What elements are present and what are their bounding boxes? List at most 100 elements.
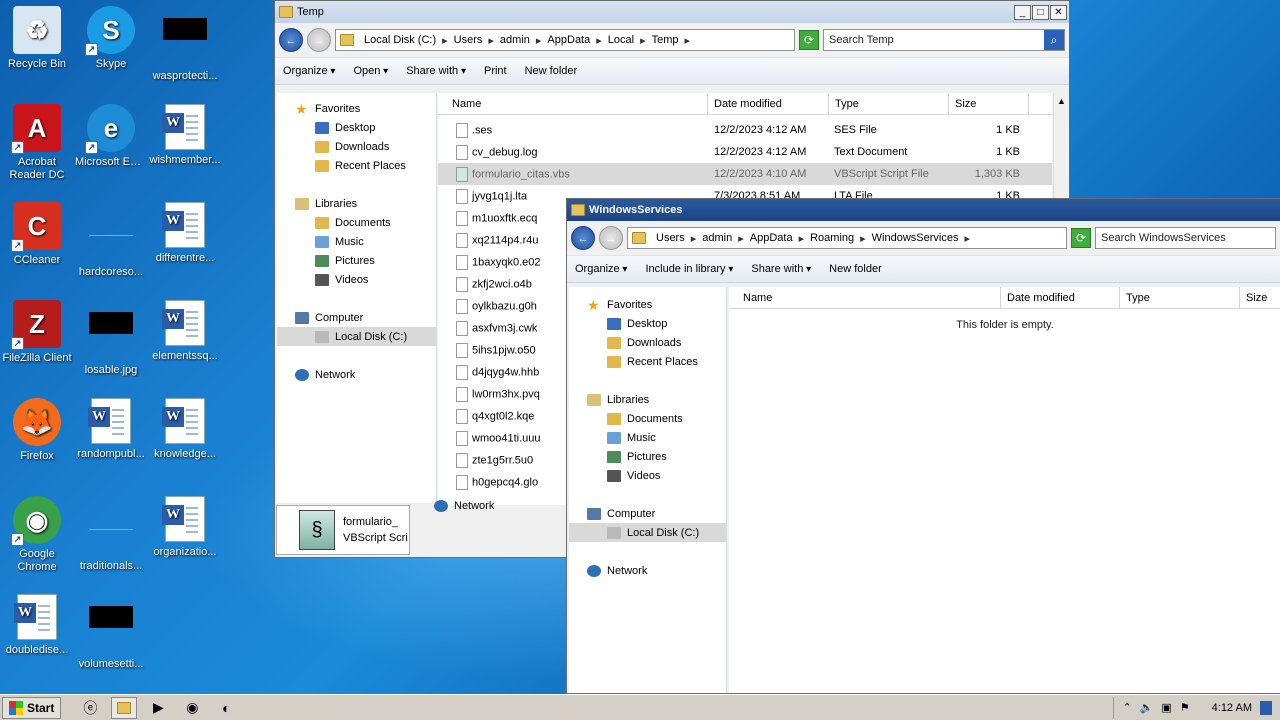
- breadcrumb-item[interactable]: AppData: [547, 34, 590, 46]
- breadcrumb-item[interactable]: AppData: [750, 232, 793, 244]
- command-print[interactable]: Print: [484, 65, 507, 77]
- breadcrumb-item[interactable]: Roaming: [810, 232, 854, 244]
- table-row[interactable]: .ses 12/2/2023 4:12 AM SES File 1 KB: [438, 119, 1052, 141]
- desktop-icon[interactable]: e ↗ Microsoft Edge: [74, 104, 148, 169]
- command-include-in-library[interactable]: Include in library: [645, 263, 733, 275]
- back-button[interactable]: ←: [279, 28, 303, 52]
- desktop-icon[interactable]: Z ↗ FileZilla Client: [0, 300, 74, 365]
- desktop-icon[interactable]: Welementssq...: [148, 300, 222, 363]
- desktop-icon[interactable]: Wrandompubl...: [74, 398, 148, 461]
- desktop-icon[interactable]: C ↗ CCleaner: [0, 202, 74, 267]
- desktop-icon[interactable]: traditionals...: [74, 496, 148, 573]
- column-date[interactable]: Date modified: [1001, 287, 1120, 308]
- search-input[interactable]: Search WindowsServices: [1095, 227, 1276, 249]
- clock[interactable]: 4:12 AM: [1212, 702, 1252, 714]
- table-row[interactable]: cv_debug.log 12/2/2023 4:12 AM Text Docume…: [438, 141, 1052, 163]
- windows-explorer-icon[interactable]: [111, 696, 138, 719]
- column-type[interactable]: Type: [829, 93, 949, 114]
- nav-item-videos[interactable]: Videos: [569, 466, 726, 485]
- nav-item-favorites[interactable]: ★ Favorites: [277, 99, 436, 118]
- column-size[interactable]: Size: [949, 93, 1029, 114]
- action-center-icon[interactable]: ⚑: [1180, 701, 1190, 714]
- close-button[interactable]: ✕: [1050, 4, 1067, 20]
- column-date[interactable]: Date modified: [708, 93, 829, 114]
- network-tray-icon[interactable]: ▣: [1161, 701, 1171, 714]
- refresh-button[interactable]: ⟳: [1071, 228, 1091, 248]
- edge-taskbar-icon[interactable]: ◐: [213, 697, 239, 719]
- nav-item-music[interactable]: Music: [569, 428, 726, 447]
- desktop-icon[interactable]: ♻ Recycle Bin: [0, 6, 74, 71]
- nav-item-network[interactable]: Network: [569, 561, 726, 580]
- breadcrumb-item[interactable]: Local Disk (C:): [364, 34, 436, 46]
- command-share-with[interactable]: Share with: [751, 263, 811, 275]
- nav-item-recent[interactable]: Recent Places: [277, 156, 436, 175]
- column-name[interactable]: Name: [438, 93, 708, 114]
- breadcrumb-item[interactable]: Users: [454, 34, 483, 46]
- media-player-icon[interactable]: ▶: [145, 697, 171, 719]
- nav-item-computer[interactable]: Computer: [569, 504, 726, 523]
- show-hidden-icons-icon[interactable]: ⌃: [1122, 701, 1131, 714]
- command-organize[interactable]: Organize: [575, 263, 627, 275]
- command-open[interactable]: Open: [353, 65, 388, 77]
- back-button[interactable]: ←: [571, 226, 595, 250]
- search-icon[interactable]: ⌕: [1044, 30, 1064, 50]
- nav-item-downloads[interactable]: Downloads: [277, 137, 436, 156]
- desktop-icon[interactable]: 🦊 Firefox: [0, 398, 74, 463]
- desktop-icon[interactable]: Wdifferentre...: [148, 202, 222, 265]
- nav-item-libraries[interactable]: Libraries: [569, 390, 726, 409]
- command-new-folder[interactable]: New folder: [829, 263, 882, 275]
- minimize-button[interactable]: _: [1014, 4, 1031, 20]
- breadcrumb-item[interactable]: Local: [608, 34, 634, 46]
- desktop-icon[interactable]: Wknowledge...: [148, 398, 222, 461]
- desktop-icon[interactable]: ◉ ↗ Google Chrome: [0, 496, 74, 574]
- desktop-icon[interactable]: Wwishmember...: [148, 104, 222, 167]
- column-type[interactable]: Type: [1120, 287, 1240, 308]
- nav-item-local_disk[interactable]: Local Disk (C:): [569, 523, 726, 542]
- breadcrumb-item[interactable]: Users: [656, 232, 685, 244]
- table-row[interactable]: formulario_citas.vbs 12/2/2023 4:10 AM VBS…: [438, 163, 1052, 185]
- nav-item-network[interactable]: Network: [277, 365, 436, 384]
- forward-button[interactable]: →: [307, 28, 331, 52]
- desktop-icon[interactable]: volumesetti...: [74, 594, 148, 671]
- nav-item-desktop[interactable]: Desktop: [277, 118, 436, 137]
- show-desktop-button[interactable]: [1260, 700, 1272, 715]
- desktop-icon[interactable]: S ↗ Skype: [74, 6, 148, 71]
- desktop-icon[interactable]: Wdoubledise...: [0, 594, 74, 657]
- column-size[interactable]: Size: [1240, 287, 1280, 308]
- forward-button[interactable]: →: [599, 226, 623, 250]
- breadcrumb-item[interactable]: admin: [500, 34, 530, 46]
- column-name[interactable]: Name: [729, 287, 1001, 308]
- desktop-icon[interactable]: hardcoreso...: [74, 202, 148, 279]
- refresh-button[interactable]: ⟳: [799, 30, 819, 50]
- internet-explorer-icon[interactable]: ⓔ: [77, 697, 103, 719]
- command-share-with[interactable]: Share with: [406, 65, 466, 77]
- volume-icon[interactable]: 🔈: [1140, 701, 1154, 714]
- desktop-icon[interactable]: A ↗ Acrobat Reader DC: [0, 104, 74, 182]
- breadcrumb-item[interactable]: WindowsServices: [872, 232, 959, 244]
- ws-titlebar[interactable]: WindowsServices: [567, 199, 1280, 221]
- nav-item-desktop[interactable]: Desktop: [569, 314, 726, 333]
- command-organize[interactable]: Organize: [283, 65, 335, 77]
- maximize-button[interactable]: □: [1032, 4, 1049, 20]
- nav-item-recent[interactable]: Recent Places: [569, 352, 726, 371]
- address-bar[interactable]: Local Disk (C:) ▸ Users ▸ admin ▸ AppData ▸ Loca…: [335, 29, 795, 51]
- breadcrumb-item[interactable]: Temp: [652, 34, 679, 46]
- nav-item-local_disk[interactable]: Local Disk (C:): [277, 327, 436, 346]
- nav-item-pictures[interactable]: Pictures: [569, 447, 726, 466]
- chrome-taskbar-icon[interactable]: ◉: [179, 697, 205, 719]
- address-bar[interactable]: Users ▸ admin ▸ AppData ▸ Roaming ▸ WindowsServi…: [627, 227, 1067, 249]
- start-button[interactable]: Start: [2, 696, 62, 719]
- nav-item-favorites[interactable]: ★ Favorites: [569, 295, 726, 314]
- nav-item-documents[interactable]: Documents: [277, 213, 436, 232]
- nav-item-videos[interactable]: Videos: [277, 270, 436, 289]
- desktop-icon[interactable]: Worganizatio...: [148, 496, 222, 559]
- breadcrumb-item[interactable]: admin: [702, 232, 732, 244]
- desktop-icon[interactable]: losable.jpg: [74, 300, 148, 377]
- nav-item-computer[interactable]: Computer: [277, 308, 436, 327]
- nav-item-music[interactable]: Music: [277, 232, 436, 251]
- temp-titlebar[interactable]: Temp _ □ ✕: [275, 1, 1069, 23]
- command-new-folder[interactable]: New folder: [525, 65, 578, 77]
- desktop-icon[interactable]: wasprotecti...: [148, 6, 222, 83]
- search-input[interactable]: Search Temp ⌕: [823, 29, 1065, 51]
- nav-item-libraries[interactable]: Libraries: [277, 194, 436, 213]
